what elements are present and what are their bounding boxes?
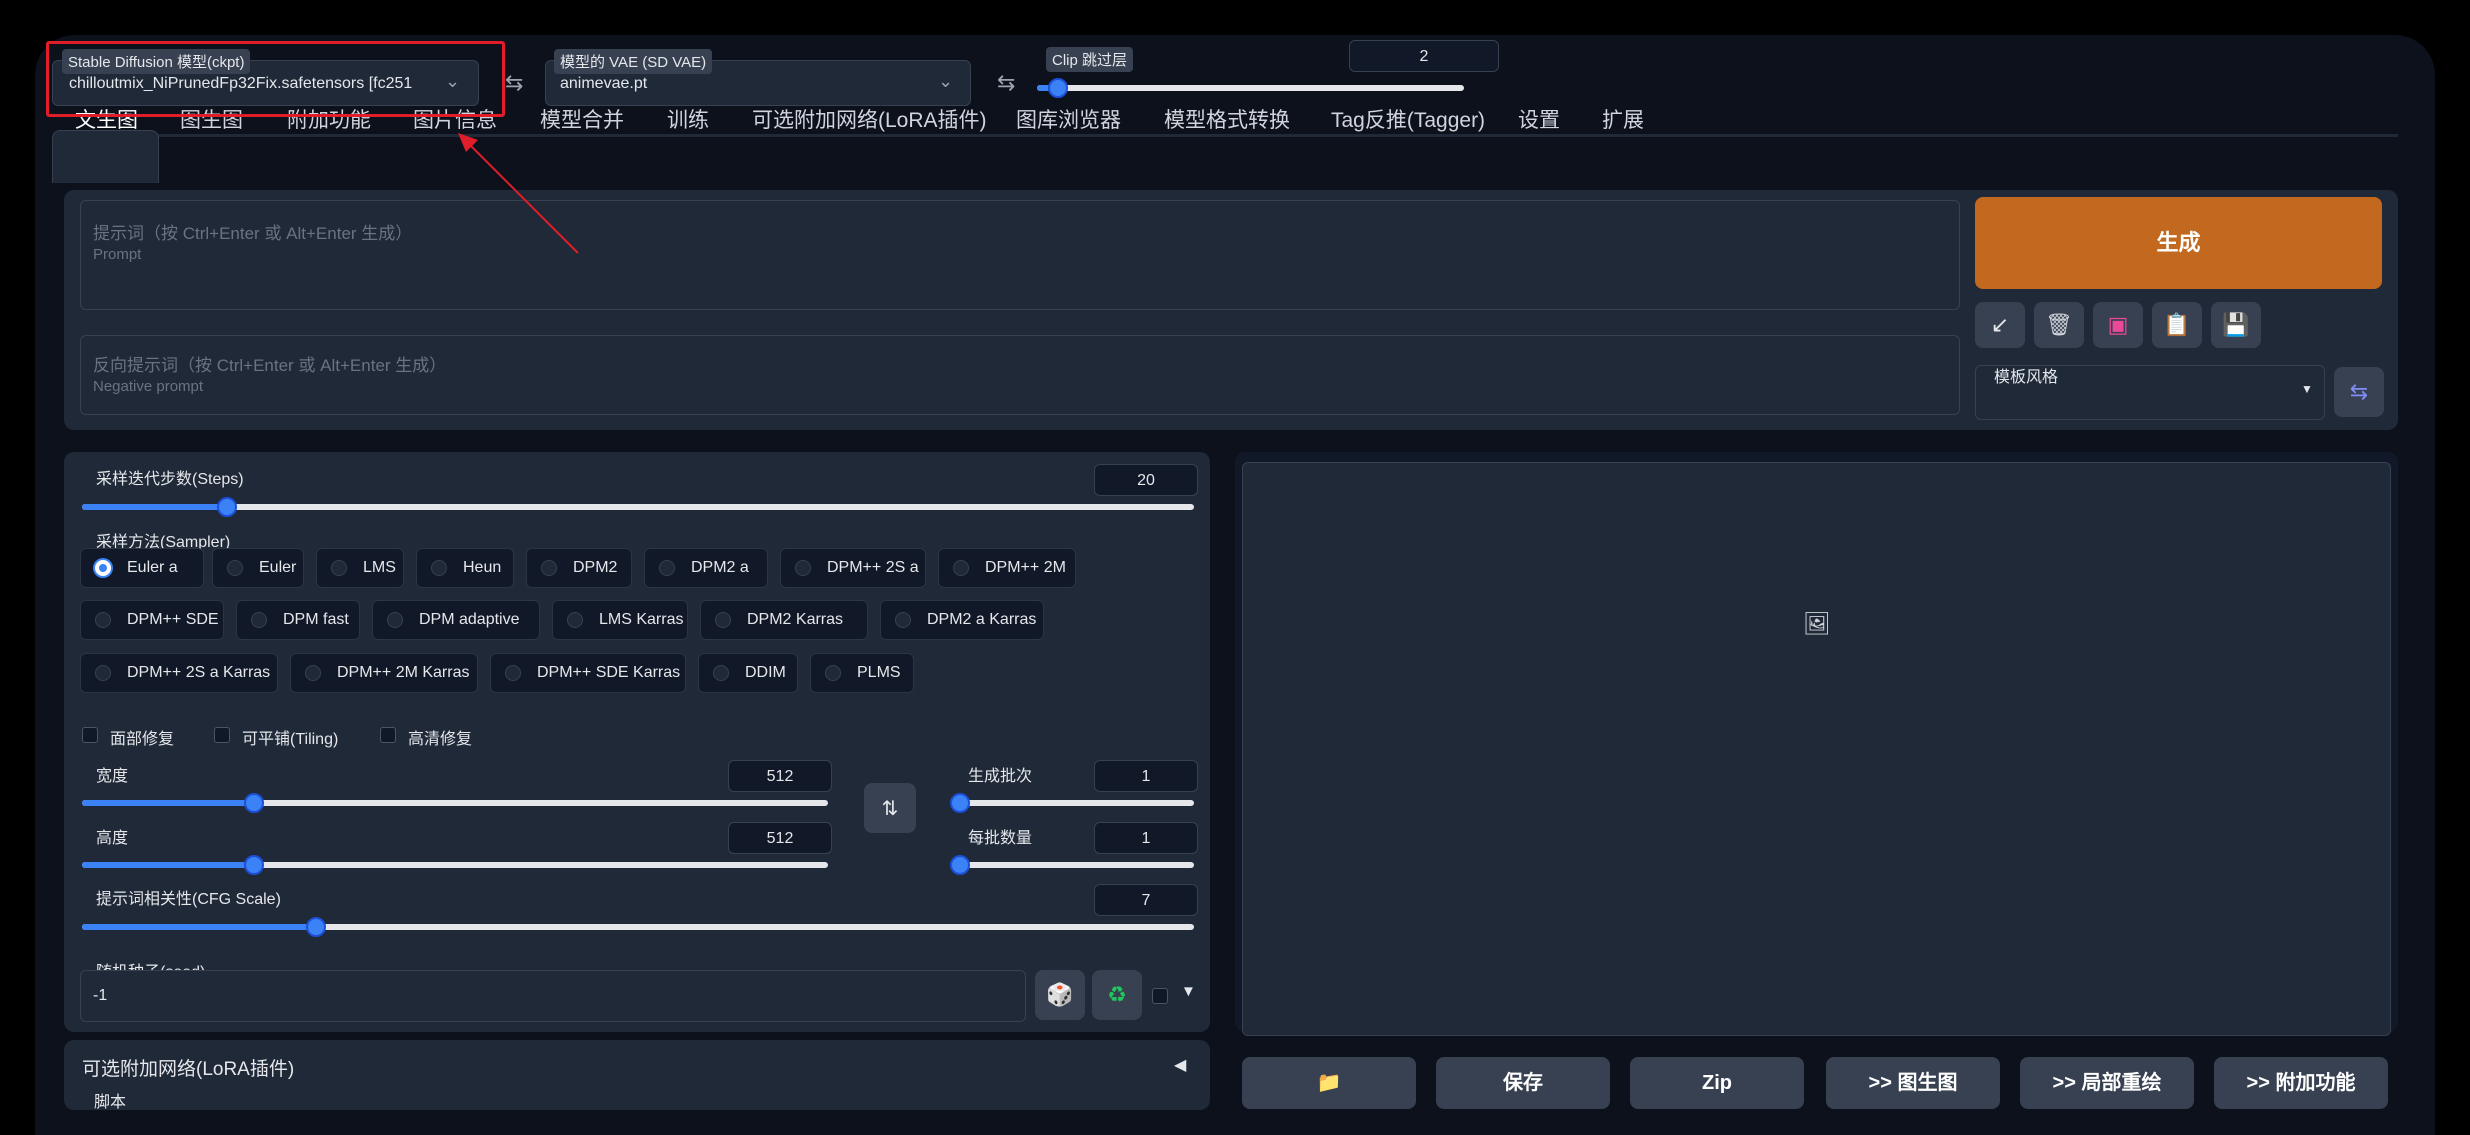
annotation-arrow <box>458 133 579 254</box>
